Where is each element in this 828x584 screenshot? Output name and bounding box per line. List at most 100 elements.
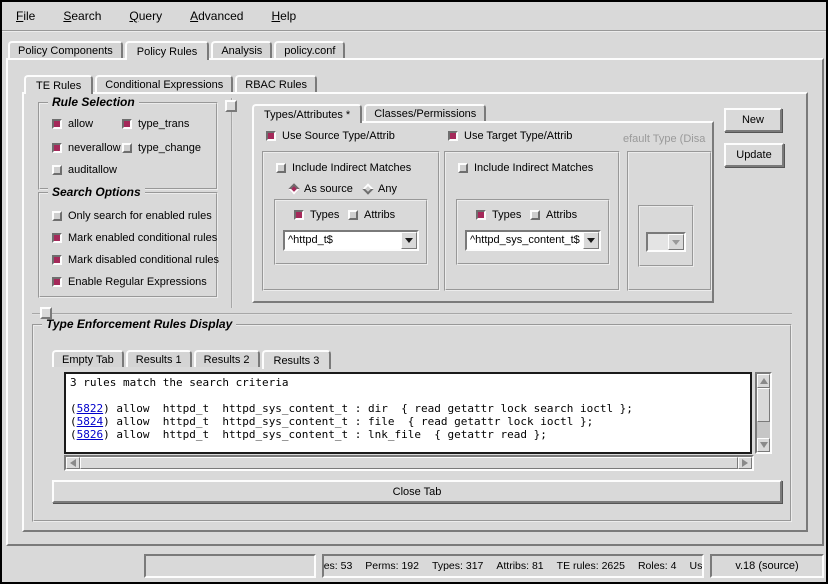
checkbox-neverallow[interactable]: neverallow: [52, 142, 121, 154]
status-cell-stats: Classes: 53 Perms: 192 Types: 317 Attrib…: [322, 554, 704, 578]
checkbox-target-include-indirect[interactable]: Include Indirect Matches: [458, 162, 593, 174]
checkbox-auditallow[interactable]: auditallow: [52, 164, 117, 176]
checkbox-use-source-type[interactable]: Use Source Type/Attrib: [266, 130, 395, 142]
tab-rbac-rules[interactable]: RBAC Rules: [235, 75, 317, 92]
checkbox-label: neverallow: [68, 142, 121, 154]
te-rules-tab-bar: TE Rules Conditional Expressions RBAC Ru…: [24, 70, 319, 94]
checkbox-indicator: [52, 255, 62, 265]
scrollbar-thumb[interactable]: [80, 457, 738, 469]
new-button[interactable]: New: [724, 108, 782, 132]
tab-results-3[interactable]: Results 3: [262, 350, 332, 369]
results-summary: 3 rules match the search criteria: [70, 376, 746, 389]
tab-conditional-expressions[interactable]: Conditional Expressions: [95, 75, 233, 92]
checkbox-label: Include Indirect Matches: [474, 162, 593, 174]
radio-label: Any: [378, 183, 397, 195]
rule-line: (5824) allow httpd_t httpd_sys_content_t…: [70, 415, 746, 428]
results-vertical-scrollbar[interactable]: [755, 372, 772, 454]
checkbox-source-attribs[interactable]: Attribs: [348, 209, 395, 221]
checkbox-label: type_change: [138, 142, 201, 154]
menu-help[interactable]: Help: [271, 9, 296, 23]
checkbox-source-include-indirect[interactable]: Include Indirect Matches: [276, 162, 411, 174]
checkbox-indicator: [276, 163, 286, 173]
stat-attribs: Attribs: 81: [496, 560, 543, 572]
te-rules-display-group: Type Enforcement Rules Display Empty Tab…: [32, 324, 792, 522]
scrollbar-thumb[interactable]: [757, 388, 770, 422]
checkbox-indicator: [294, 210, 304, 220]
checkbox-type-trans[interactable]: type_trans: [122, 118, 189, 130]
types-attributes-tab-bar: Types/Attributes * Classes/Permissions: [252, 100, 488, 123]
results-text-area[interactable]: 3 rules match the search criteria (5822)…: [64, 372, 752, 454]
source-type-combo[interactable]: ^httpd_t$: [283, 230, 419, 251]
target-type-combo[interactable]: ^httpd_sys_content_t$: [465, 230, 601, 251]
checkbox-target-types[interactable]: Types: [476, 209, 521, 221]
tab-analysis[interactable]: Analysis: [211, 41, 272, 58]
menu-search[interactable]: Search: [63, 9, 101, 23]
tab-types-attributes[interactable]: Types/Attributes *: [252, 104, 362, 123]
checkbox-use-target-type[interactable]: Use Target Type/Attrib: [448, 130, 572, 142]
checkbox-label: Attribs: [364, 209, 395, 221]
checkbox-indicator: [52, 277, 62, 287]
checkbox-mark-enabled-conditional[interactable]: Mark enabled conditional rules: [52, 232, 217, 244]
checkbox-source-types[interactable]: Types: [294, 209, 339, 221]
menu-query[interactable]: Query: [129, 9, 162, 23]
results-horizontal-scrollbar[interactable]: [64, 455, 754, 471]
target-types-box: Types Attribs ^httpd_sys_content_t$: [456, 199, 610, 265]
checkbox-label: auditallow: [68, 164, 117, 176]
dropdown-arrow-icon: [668, 234, 684, 250]
update-button[interactable]: Update: [724, 143, 784, 167]
stat-types: Types: 317: [432, 560, 483, 572]
checkbox-enable-regex[interactable]: Enable Regular Expressions: [52, 276, 207, 288]
scroll-right-icon[interactable]: [738, 457, 752, 469]
rule-id-link[interactable]: 5824: [77, 415, 104, 428]
checkbox-label: type_trans: [138, 118, 189, 130]
menu-file[interactable]: File: [16, 9, 35, 23]
rule-id-link[interactable]: 5826: [77, 428, 104, 441]
source-type-combo-value: ^httpd_t$: [285, 232, 401, 249]
tab-results-1[interactable]: Results 1: [126, 350, 192, 367]
scrollbar-trough[interactable]: [757, 422, 770, 438]
checkbox-label: Types: [492, 209, 521, 221]
dropdown-arrow-icon[interactable]: [401, 232, 417, 249]
checkbox-type-change[interactable]: type_change: [122, 142, 201, 154]
checkbox-label: Use Target Type/Attrib: [464, 130, 572, 142]
checkbox-mark-disabled-conditional[interactable]: Mark disabled conditional rules: [52, 254, 219, 266]
rule-selection-group: Rule Selection allow type_trans neverall…: [38, 102, 218, 190]
source-type-group: Include Indirect Matches As source Any T…: [262, 151, 440, 291]
checkbox-only-enabled-rules[interactable]: Only search for enabled rules: [52, 210, 212, 222]
checkbox-allow[interactable]: allow: [52, 118, 93, 130]
checkbox-target-attribs[interactable]: Attribs: [530, 209, 577, 221]
scroll-left-icon[interactable]: [66, 457, 80, 469]
rule-line: (5826) allow httpd_t httpd_sys_content_t…: [70, 428, 746, 441]
rule-id-link[interactable]: 5822: [77, 402, 104, 415]
stat-classes: Classes: 53: [322, 560, 352, 572]
vertical-sash-handle[interactable]: [225, 100, 237, 112]
tab-policy-conf[interactable]: policy.conf: [274, 41, 345, 58]
checkbox-indicator: [348, 210, 358, 220]
stat-te-rules: TE rules: 2625: [557, 560, 625, 572]
checkbox-label: Attribs: [546, 209, 577, 221]
checkbox-label: Include Indirect Matches: [292, 162, 411, 174]
horizontal-sash-handle[interactable]: [40, 307, 52, 319]
radio-as-source[interactable]: As source: [290, 183, 353, 195]
tab-empty[interactable]: Empty Tab: [52, 350, 124, 367]
menu-advanced[interactable]: Advanced: [190, 9, 243, 23]
radio-any[interactable]: Any: [364, 183, 397, 195]
dropdown-arrow-icon[interactable]: [583, 232, 599, 249]
checkbox-indicator: [52, 211, 62, 221]
tab-policy-components[interactable]: Policy Components: [8, 41, 123, 58]
stat-users: Users: 3: [689, 560, 704, 572]
scroll-up-icon[interactable]: [757, 374, 770, 388]
close-tab-button[interactable]: Close Tab: [52, 480, 782, 503]
checkbox-indicator: [122, 119, 132, 129]
tab-results-2[interactable]: Results 2: [194, 350, 260, 367]
apol-window: File Search Query Advanced Help Policy C…: [0, 0, 828, 584]
horizontal-sash: [32, 313, 792, 315]
tab-te-rules[interactable]: TE Rules: [24, 75, 93, 94]
search-options-group: Search Options Only search for enabled r…: [38, 192, 218, 298]
checkbox-indicator: [122, 143, 132, 153]
tab-classes-permissions[interactable]: Classes/Permissions: [364, 104, 486, 121]
search-options-title: Search Options: [48, 185, 145, 199]
tab-policy-rules[interactable]: Policy Rules: [125, 41, 210, 60]
scroll-down-icon[interactable]: [757, 438, 770, 452]
checkbox-indicator: [266, 131, 276, 141]
